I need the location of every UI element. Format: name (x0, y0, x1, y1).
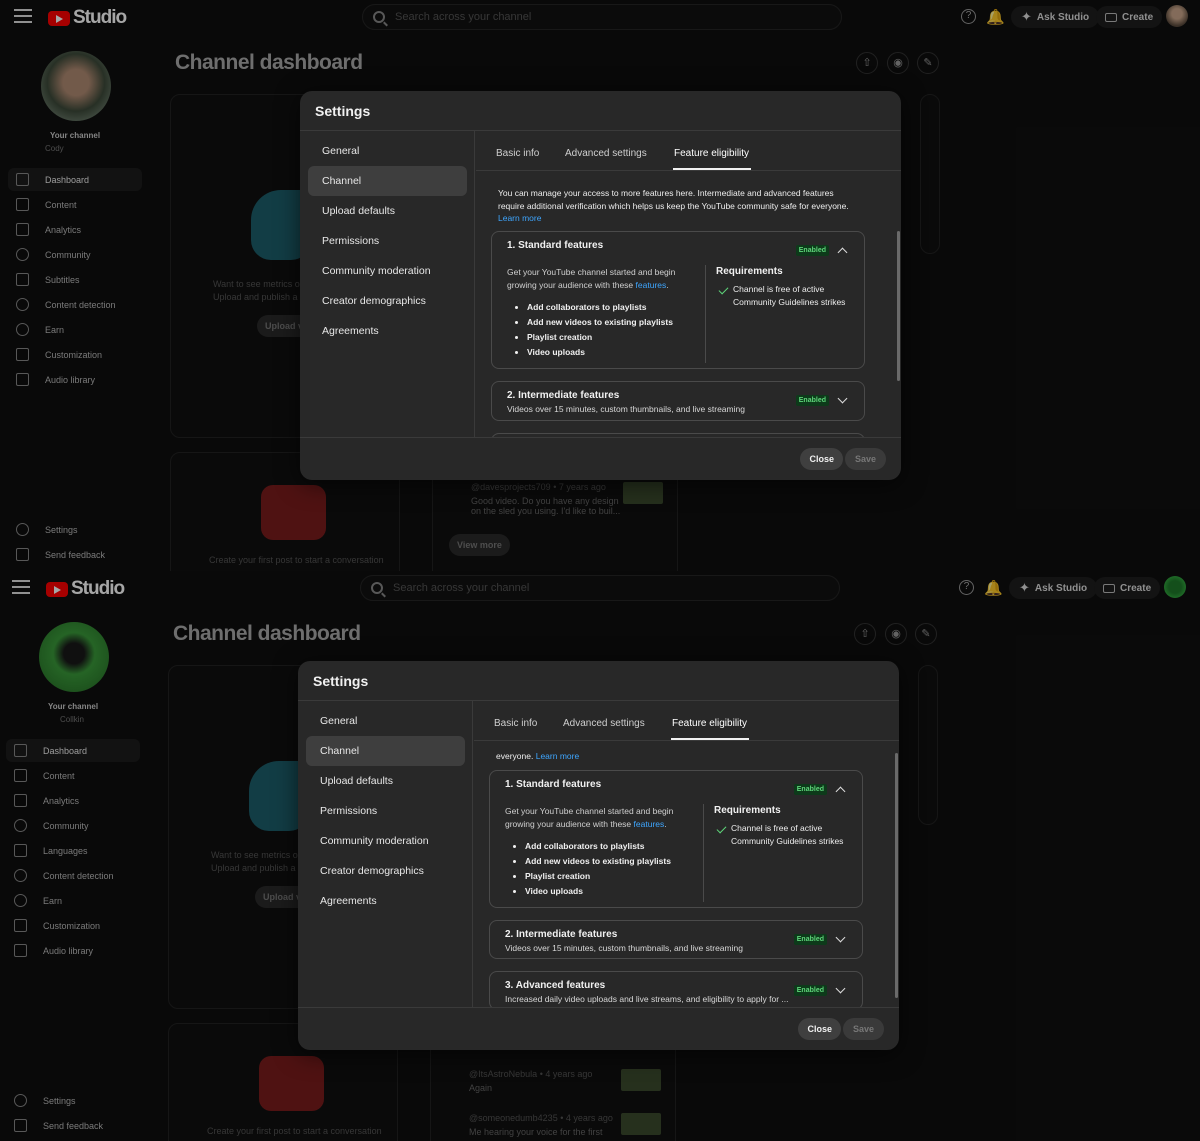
status-badge: Enabled (793, 784, 827, 795)
active-tab-indicator (673, 168, 751, 170)
dialog-title: Settings (315, 103, 371, 119)
requirement-text: Channel is free of active Community Guid… (731, 823, 844, 846)
list-item: Add collaborators to playlists (527, 300, 673, 315)
intermediate-features-panel[interactable]: 2. Intermediate features Videos over 15 … (491, 381, 865, 421)
settings-panel: Basic info Advanced settings Feature eli… (476, 131, 901, 437)
dialog-footer: Close Save (300, 437, 901, 480)
close-button[interactable]: Close (800, 448, 843, 470)
intermediate-features-panel[interactable]: 2. Intermediate features Videos over 15 … (489, 920, 863, 959)
features-link[interactable]: features (636, 280, 667, 290)
settings-dialog: Settings General Channel Upload defaults… (300, 91, 901, 480)
menu-item-general[interactable]: General (308, 136, 467, 166)
requirements-title: Requirements (714, 805, 781, 816)
standard-features-panel: 1. Standard features Enabled Get your Yo… (489, 770, 863, 908)
menu-item-creator-demographics[interactable]: Creator demographics (308, 286, 467, 316)
tab-advanced-settings[interactable]: Advanced settings (563, 718, 645, 729)
menu-item-channel[interactable]: Channel (306, 736, 465, 766)
menu-item-permissions[interactable]: Permissions (306, 796, 465, 826)
advanced-features-title: 3. Advanced features (505, 980, 606, 991)
list-item: Add new videos to existing playlists (525, 854, 671, 869)
dialog-title: Settings (313, 673, 369, 689)
learn-more-link[interactable]: Learn more (498, 213, 541, 223)
menu-item-creator-demographics[interactable]: Creator demographics (306, 856, 465, 886)
save-button[interactable]: Save (842, 1018, 884, 1040)
chevron-down-icon[interactable] (835, 932, 846, 943)
dialog-header: Settings (298, 661, 899, 701)
chevron-down-icon[interactable] (835, 983, 846, 994)
intro-text: You can manage your access to more featu… (498, 188, 849, 223)
list-item: Add collaborators to playlists (525, 839, 671, 854)
settings-menu: General Channel Upload defaults Permissi… (300, 131, 475, 437)
status-badge: Enabled (793, 934, 827, 945)
menu-item-community-moderation[interactable]: Community moderation (308, 256, 467, 286)
menu-item-agreements[interactable]: Agreements (306, 886, 465, 916)
check-icon (718, 284, 729, 295)
screenshot-1: Studio Search across your channel ? 🔔 ✦ A… (0, 0, 1200, 571)
menu-item-agreements[interactable]: Agreements (308, 316, 467, 346)
close-button[interactable]: Close (798, 1018, 841, 1040)
menu-item-community-moderation[interactable]: Community moderation (306, 826, 465, 856)
status-badge: Enabled (793, 985, 827, 996)
intro-text: everyone. Learn more (496, 751, 580, 761)
standard-features-panel: 1. Standard features Enabled Get your Yo… (491, 231, 865, 369)
features-link[interactable]: features (634, 819, 665, 829)
status-badge: Enabled (795, 245, 829, 256)
requirements-title: Requirements (716, 266, 783, 277)
standard-features-title: 1. Standard features (507, 240, 604, 251)
active-tab-indicator (671, 738, 749, 740)
standard-features-desc: Get your YouTube channel started and beg… (505, 806, 674, 829)
menu-item-permissions[interactable]: Permissions (308, 226, 467, 256)
list-item: Playlist creation (525, 869, 671, 884)
chevron-down-icon[interactable] (837, 393, 848, 404)
scrollbar[interactable] (897, 231, 900, 381)
divider (703, 804, 704, 902)
intermediate-features-subtitle: Videos over 15 minutes, custom thumbnail… (505, 943, 743, 953)
intermediate-features-title: 2. Intermediate features (505, 929, 618, 940)
tab-feature-eligibility[interactable]: Feature eligibility (674, 148, 749, 159)
tab-basic-info[interactable]: Basic info (494, 718, 537, 729)
scrollbar[interactable] (895, 753, 898, 998)
save-button[interactable]: Save (844, 448, 886, 470)
check-icon (716, 823, 727, 834)
screenshot-2: Studio Search across your channel ? 🔔 ✦ A… (0, 571, 1200, 1141)
chevron-up-icon[interactable] (835, 786, 846, 797)
tab-basic-info[interactable]: Basic info (496, 148, 539, 159)
standard-features-title: 1. Standard features (505, 779, 602, 790)
list-item: Add new videos to existing playlists (527, 315, 673, 330)
settings-panel: Basic info Advanced settings Feature eli… (474, 701, 899, 1007)
tab-bar: Basic info Advanced settings Feature eli… (474, 701, 899, 741)
settings-menu: General Channel Upload defaults Permissi… (298, 701, 473, 1007)
tab-bar: Basic info Advanced settings Feature eli… (476, 131, 901, 171)
intermediate-features-subtitle: Videos over 15 minutes, custom thumbnail… (507, 404, 745, 414)
learn-more-link[interactable]: Learn more (536, 751, 579, 761)
dialog-footer: Close Save (298, 1007, 899, 1050)
dialog-header: Settings (300, 91, 901, 131)
menu-item-channel[interactable]: Channel (308, 166, 467, 196)
standard-features-desc: Get your YouTube channel started and beg… (507, 267, 676, 290)
list-item: Video uploads (525, 884, 671, 899)
menu-item-upload-defaults[interactable]: Upload defaults (308, 196, 467, 226)
settings-dialog: Settings General Channel Upload defaults… (298, 661, 899, 1050)
list-item: Video uploads (527, 345, 673, 360)
list-item: Playlist creation (527, 330, 673, 345)
advanced-features-subtitle: Increased daily video uploads and live s… (505, 994, 789, 1004)
menu-item-upload-defaults[interactable]: Upload defaults (306, 766, 465, 796)
intermediate-features-title: 2. Intermediate features (507, 390, 620, 401)
requirement-text: Channel is free of active Community Guid… (733, 284, 846, 307)
advanced-features-panel[interactable]: 3. Advanced features Increased daily vid… (489, 971, 863, 1007)
standard-features-list: Add collaborators to playlists Add new v… (525, 839, 671, 899)
status-badge: Enabled (795, 395, 829, 406)
tab-advanced-settings[interactable]: Advanced settings (565, 148, 647, 159)
tab-feature-eligibility[interactable]: Feature eligibility (672, 718, 747, 729)
standard-features-list: Add collaborators to playlists Add new v… (527, 300, 673, 360)
divider (705, 265, 706, 363)
chevron-up-icon[interactable] (837, 247, 848, 258)
menu-item-general[interactable]: General (306, 706, 465, 736)
